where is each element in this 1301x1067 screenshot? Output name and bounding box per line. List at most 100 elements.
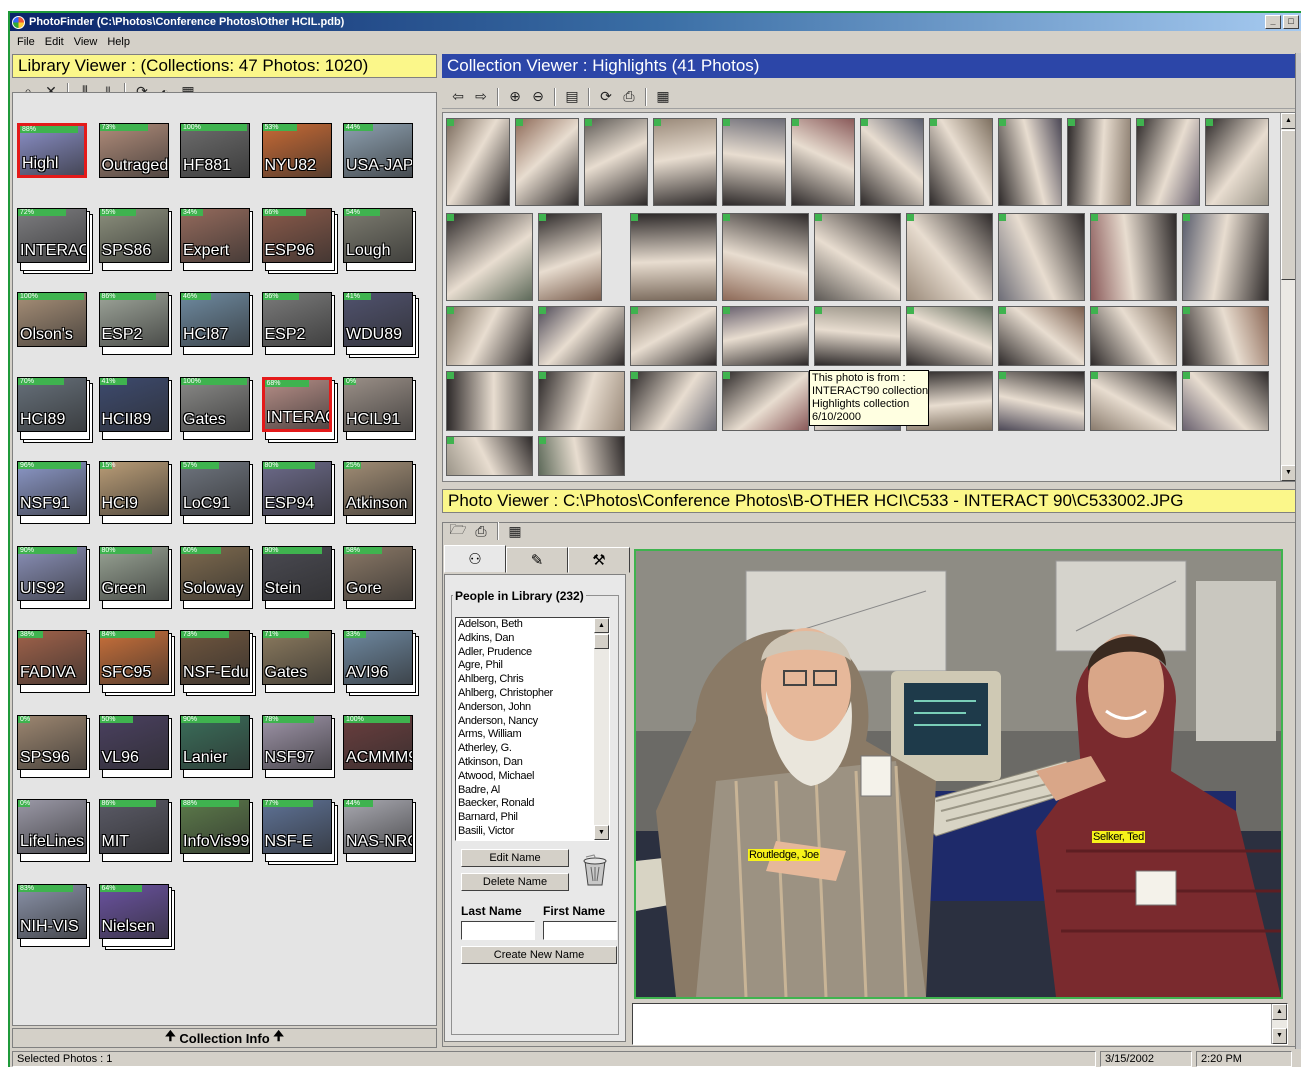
collection-stack[interactable]: 73% NSF-Edu (180, 630, 256, 696)
collection-stack[interactable]: 73% Outraged (98, 123, 169, 183)
minimize-button[interactable]: _ (1265, 15, 1281, 29)
collection-thumbnail[interactable]: 73% NSF-Edu (180, 630, 250, 685)
photo-thumbnail[interactable] (814, 213, 901, 301)
collection-stack[interactable]: 41% WDU89 (343, 292, 419, 358)
photo-thumbnail[interactable] (538, 436, 625, 476)
collection-stack[interactable]: 64% Nielsen (98, 883, 175, 950)
collection-stack[interactable]: 88% InfoVis99 (180, 799, 253, 862)
properties-icon[interactable]: ▦ (505, 522, 525, 541)
collection-stack[interactable]: 90% Lanier (180, 714, 253, 778)
open-folder-icon[interactable]: 🗁 (448, 521, 468, 541)
collection-stack[interactable]: 41% HCII89 (98, 376, 172, 440)
person-list-item[interactable]: Anderson, Nancy (456, 715, 609, 729)
photo-thumbnail[interactable] (998, 118, 1062, 206)
photo-thumbnail[interactable] (1182, 371, 1269, 431)
photo-thumbnail[interactable] (538, 306, 625, 366)
photo-thumbnail[interactable] (722, 213, 809, 301)
person-list-item[interactable]: Arms, William (456, 728, 609, 742)
collection-stack[interactable]: 66% ESP96 (261, 207, 338, 274)
collection-thumbnail[interactable]: 83% NIH-VIS (17, 883, 87, 939)
annotation-scrollbar[interactable]: ▲ ▼ (1271, 1004, 1287, 1044)
photo-thumbnail[interactable] (722, 306, 809, 366)
collection-thumbnail[interactable]: 0% HCIL91 (343, 376, 413, 432)
collection-thumbnail[interactable]: 58% Gore (343, 545, 413, 601)
scroll-up-icon[interactable]: ▲ (594, 618, 609, 633)
collection-stack[interactable]: 15% HCI9 (98, 461, 172, 524)
forward-arrow-icon[interactable]: ⇨ (471, 87, 491, 106)
menu-help[interactable]: Help (102, 36, 135, 48)
collection-thumbnail[interactable]: 71% Gates (261, 630, 332, 685)
collection-thumbnail[interactable]: 88% Highl (17, 123, 87, 178)
collection-stack[interactable]: 78% NSF97 (261, 714, 335, 778)
photo-thumbnail[interactable] (1182, 213, 1269, 301)
collection-thumbnail[interactable]: 90% Stein (261, 545, 332, 601)
collection-stack[interactable]: 44% USA-JAP (343, 123, 413, 183)
photo-thumbnail[interactable] (446, 118, 510, 206)
person-list-item[interactable]: Anderson, John (456, 701, 609, 715)
collection-stack[interactable]: 100% Olson's (17, 292, 87, 352)
collection-stack[interactable]: 100% ACMMM9 (343, 714, 413, 775)
photo-thumbnail[interactable] (814, 306, 901, 366)
photo-thumbnail[interactable] (722, 371, 809, 431)
person-list-item[interactable]: Ahlberg, Christopher (456, 687, 609, 701)
menu-view[interactable]: View (69, 36, 103, 48)
photo-thumbnail[interactable] (906, 306, 993, 366)
collection-thumbnail[interactable]: 86% MIT (98, 799, 169, 854)
collection-thumbnail[interactable]: 90% UIS92 (17, 545, 87, 601)
menu-edit[interactable]: Edit (40, 36, 69, 48)
person-list-item[interactable]: Adelson, Beth (456, 618, 609, 632)
collection-thumbnail[interactable]: 44% USA-JAP (343, 123, 413, 178)
photo-thumbnail[interactable] (1067, 118, 1131, 206)
collection-thumbnail[interactable]: 70% HCI89 (17, 376, 87, 432)
collection-stack[interactable]: 34% Expert (180, 207, 253, 271)
collection-stack[interactable]: 25% Atkinson (343, 461, 416, 524)
collection-info-bar[interactable]: 🠉 Collection Info 🠉 (12, 1028, 437, 1048)
collection-stack[interactable]: 50% VL96 (98, 714, 172, 778)
collection-thumbnail[interactable]: 50% VL96 (98, 714, 169, 770)
collection-stack[interactable]: 86% MIT (98, 799, 172, 862)
edit-name-button[interactable]: Edit Name (461, 849, 569, 867)
tab-people[interactable]: ⚇ (444, 545, 506, 573)
collection-thumbnail[interactable]: 78% NSF97 (261, 714, 332, 770)
people-list-scrollbar[interactable]: ▲ ▼ (594, 618, 609, 840)
collection-thumbnail[interactable]: 57% LoC91 (180, 461, 250, 516)
collection-stack[interactable]: 33% AVI96 (343, 630, 419, 696)
collection-thumbnail[interactable]: 53% NYU82 (261, 123, 332, 178)
collection-stack[interactable]: 100% HF881 (180, 123, 250, 183)
collection-thumbnail[interactable]: 68% INTERAC (261, 376, 332, 432)
collection-thumbnail[interactable]: 64% Nielsen (98, 883, 169, 939)
delete-name-button[interactable]: Delete Name (461, 873, 569, 891)
recycle-bin-icon[interactable] (580, 853, 610, 887)
photo-thumbnail[interactable] (929, 118, 993, 206)
collection-thumbnail[interactable]: 60% Soloway (180, 545, 250, 601)
annotation-field[interactable]: ▲ ▼ (632, 1003, 1288, 1045)
properties-icon[interactable]: ▦ (653, 87, 673, 106)
people-list[interactable]: Adelson, Beth Adkins, Dan Adler, Prudence A… (455, 617, 610, 841)
photo-thumbnail[interactable] (998, 213, 1085, 301)
collection-stack[interactable]: 38% FADIVA (17, 630, 90, 693)
collection-thumbnail[interactable]: 100% Olson's (17, 292, 87, 347)
collection-thumbnail[interactable]: 25% Atkinson (343, 461, 413, 516)
maximize-button[interactable]: □ (1283, 15, 1299, 29)
photo-thumbnail[interactable] (906, 213, 993, 301)
collection-stack[interactable]: 44% NAS-NRC (343, 799, 416, 862)
photo-thumbnail[interactable] (1090, 213, 1177, 301)
create-new-name-button[interactable]: Create New Name (461, 946, 617, 964)
back-arrow-icon[interactable]: ⇦ (448, 87, 468, 106)
collection-thumbnail[interactable]: 88% InfoVis99 (180, 799, 250, 854)
collection-stack[interactable]: 60% Soloway (180, 545, 253, 609)
collection-thumbnail[interactable]: 100% ACMMM9 (343, 714, 413, 770)
scroll-down-icon[interactable]: ▼ (1272, 1028, 1287, 1044)
photo-thumbnail[interactable] (1090, 371, 1177, 431)
collection-thumbnail[interactable]: 80% Green (98, 545, 169, 601)
collection-thumbnail[interactable]: 100% HF881 (180, 123, 250, 178)
collection-stack[interactable]: 55% SPS86 (98, 207, 172, 271)
collection-stack[interactable]: 84% SFC95 (98, 630, 175, 696)
collection-stack[interactable]: 72% INTERAC (17, 207, 93, 274)
scroll-up-icon[interactable]: ▲ (1281, 113, 1295, 129)
collection-thumbnail[interactable]: 34% Expert (180, 207, 250, 263)
person-list-item[interactable]: Atwood, Michael (456, 770, 609, 784)
collection-stack[interactable]: 71% Gates (261, 630, 335, 693)
collection-scrollbar[interactable]: ▲ ▼ (1280, 113, 1295, 481)
photo-thumbnail[interactable] (584, 118, 648, 206)
